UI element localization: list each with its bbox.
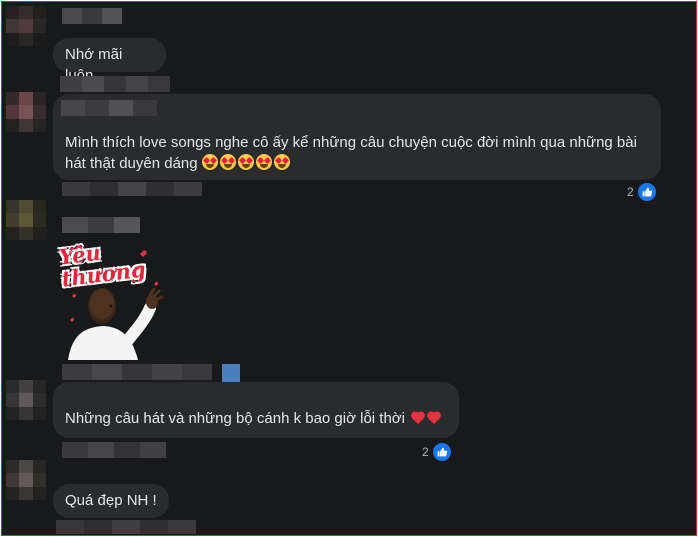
star-struck-emoji-group: [201, 154, 292, 172]
red-heart-icon: [427, 411, 441, 425]
star-struck-emoji-icon: [219, 154, 236, 170]
comment-thread: Nhớ mãi luôn Mình thích love songs nghe …: [1, 1, 697, 536]
avatar[interactable]: [6, 6, 46, 46]
avatar[interactable]: [6, 380, 46, 420]
star-struck-emoji-icon: [255, 154, 272, 170]
star-struck-emoji-icon: [237, 154, 254, 170]
blurred-author-name[interactable]: [62, 217, 140, 233]
red-heart-icon: [411, 411, 425, 425]
comment-text: Quá đẹp NH !: [65, 492, 157, 509]
reaction-number: 2: [627, 185, 634, 199]
star-struck-emoji-icon: [201, 154, 218, 170]
thumbs-up-icon: [636, 182, 657, 202]
comment-text: Những câu hát và những bộ cánh k bao giờ…: [65, 410, 405, 427]
comment-bubble: Quá đẹp NH !: [53, 484, 169, 518]
reaction-number: 2: [422, 445, 429, 459]
blurred-badge: [222, 364, 240, 382]
blurred-comment-actions[interactable]: [56, 520, 196, 534]
avatar[interactable]: [6, 92, 46, 132]
avatar[interactable]: [6, 200, 46, 240]
blurred-author-name[interactable]: [61, 100, 157, 116]
blurred-author-name[interactable]: [62, 442, 166, 458]
blurred-comment-actions[interactable]: [62, 182, 202, 196]
comment-bubble: Nhớ mãi luôn: [53, 38, 166, 84]
red-heart-emoji-group: [409, 410, 441, 427]
reaction-count[interactable]: 2: [627, 182, 657, 202]
blurred-author-name[interactable]: [62, 8, 122, 24]
comment-bubble: Mình thích love songs nghe cô ấy kể nhữn…: [53, 94, 661, 180]
avatar[interactable]: [6, 460, 46, 500]
sticker-image[interactable]: Yêu thương: [57, 240, 168, 360]
star-struck-emoji-icon: [273, 154, 290, 170]
blurred-author-name[interactable]: [62, 364, 212, 380]
comment-bubble: Những câu hát và những bộ cánh k bao giờ…: [53, 382, 459, 438]
thumbs-up-icon: [431, 442, 452, 462]
person-blowing-kiss-icon: [68, 250, 164, 360]
comment-text: Mình thích love songs nghe cô ấy kể nhữn…: [65, 134, 637, 172]
blurred-author-name[interactable]: [60, 76, 170, 92]
reaction-count[interactable]: 2: [422, 442, 452, 462]
